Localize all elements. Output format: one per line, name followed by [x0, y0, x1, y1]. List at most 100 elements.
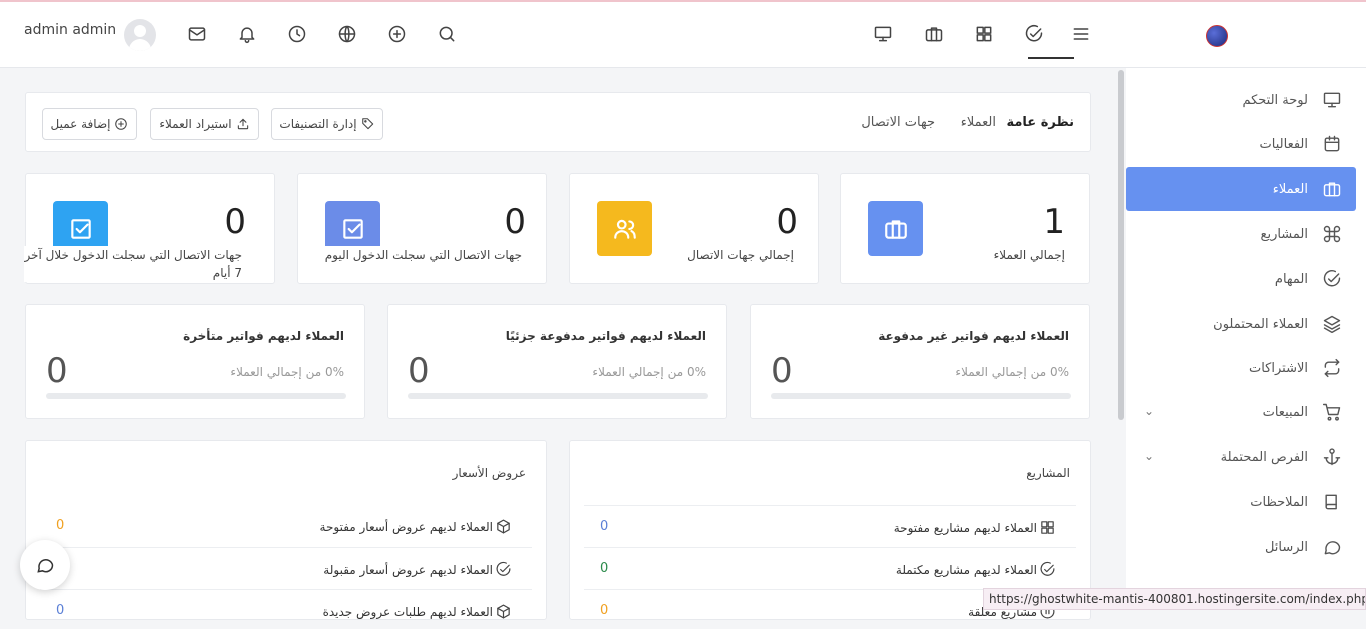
scrollbar-thumb[interactable] — [1118, 70, 1124, 420]
sidebar-item-label: الرسائل — [1264, 539, 1308, 555]
sidebar-item-leads[interactable]: العملاء المحتملون — [1126, 302, 1356, 346]
list-item[interactable]: العملاء لديهم عروض أسعار مقبولة 0 — [40, 547, 532, 587]
sidebar-item-label: الاشتراكات — [1248, 360, 1308, 376]
mail-icon[interactable] — [186, 23, 208, 45]
top-navbar: admin admin — [0, 2, 1366, 68]
stat-value: 0 — [504, 202, 526, 242]
sidebar-item-label: المهام — [1274, 271, 1308, 287]
progress-bar — [408, 393, 708, 399]
estimates-card: عروض الأسعار العملاء لديهم عروض أسعار مف… — [25, 440, 547, 620]
repeat-icon — [1324, 358, 1340, 378]
invoice-card-value: 0 — [408, 351, 430, 391]
list-item-value[interactable]: 0 — [56, 518, 64, 533]
avatar[interactable] — [124, 19, 156, 51]
sidebar-item-events[interactable]: الفعاليات — [1126, 122, 1356, 166]
list-item-value[interactable]: 0 — [56, 603, 64, 618]
user-menu[interactable]: admin admin — [24, 22, 116, 38]
tab-overview[interactable]: نظرة عامة — [1006, 115, 1074, 130]
book-icon — [1325, 494, 1337, 510]
projects-title: المشاريع — [1026, 466, 1070, 480]
monitor-icon[interactable] — [872, 23, 894, 45]
layers-icon — [1323, 315, 1341, 334]
estimates-title: عروض الأسعار — [452, 466, 526, 480]
sidebar-item-dashboard[interactable]: لوحة التحكم — [1126, 78, 1356, 122]
cart-icon — [1322, 403, 1341, 421]
progress-bar — [771, 393, 1071, 399]
manage-labels-button[interactable]: إدارة التصنيفات — [271, 108, 383, 140]
plus-circle-icon — [115, 118, 128, 130]
check-circle-icon — [496, 561, 511, 576]
briefcase-icon — [1323, 182, 1341, 197]
invoice-card-value: 0 — [771, 351, 793, 391]
chat-bubble-icon — [37, 559, 54, 573]
tab-contacts[interactable]: جهات الاتصال — [861, 115, 935, 130]
stat-card-contacts-7days: 0 جهات الاتصال التي سجلت الدخول خلال آخر… — [24, 173, 275, 284]
invoice-card-overdue: العملاء لديهم فواتير متأخرة 0 0% من إجما… — [25, 304, 365, 419]
stat-value: 0 — [776, 202, 798, 242]
stat-value: 0 — [224, 202, 246, 242]
sidebar-item-messages[interactable]: الرسائل — [1126, 525, 1356, 569]
sidebar-item-clients[interactable]: العملاء — [1126, 167, 1356, 211]
progress-bar — [46, 393, 346, 399]
invoice-card-partial: العملاء لديهم فواتير مدفوعة جزئيًا 0 0% … — [387, 304, 727, 419]
plus-circle-icon[interactable] — [386, 23, 408, 45]
stat-card-total-clients: 1 إجمالي العملاء — [840, 173, 1090, 284]
grid-icon — [1041, 521, 1054, 534]
command-icon — [1323, 225, 1341, 243]
sidebar-item-projects[interactable]: المشاريع — [1126, 212, 1356, 256]
sidebar-item-label: المبيعات — [1262, 404, 1308, 420]
list-item-label: العملاء لديهم مشاريع مفتوحة — [893, 520, 1037, 535]
search-icon[interactable] — [436, 23, 458, 45]
invoice-card-title: العملاء لديهم فواتير متأخرة — [183, 329, 344, 343]
list-item-label: العملاء لديهم عروض أسعار مفتوحة — [319, 519, 493, 534]
briefcase-icon[interactable] — [923, 23, 945, 45]
user-name[interactable]: admin admin — [24, 22, 116, 38]
import-clients-label: استيراد العملاء — [159, 117, 232, 131]
invoice-card-value: 0 — [46, 351, 68, 391]
sidebar-item-subscriptions[interactable]: الاشتراكات — [1126, 346, 1356, 390]
tab-clients[interactable]: العملاء — [961, 115, 996, 130]
monitor-icon — [1323, 92, 1341, 108]
chat-button[interactable] — [20, 540, 70, 590]
manage-labels-label: إدارة التصنيفات — [279, 117, 357, 131]
grid-icon[interactable] — [973, 23, 995, 45]
stat-card-contacts-today: 0 جهات الاتصال التي سجلت الدخول اليوم — [297, 173, 547, 284]
globe-icon[interactable] — [336, 23, 358, 45]
stat-label: جهات الاتصال التي سجلت الدخول خلال آخر 7… — [24, 246, 242, 282]
stat-label: جهات الاتصال التي سجلت الدخول اليوم — [312, 246, 522, 264]
bell-icon[interactable] — [236, 23, 258, 45]
invoice-card-percentage: 0% من إجمالي العملاء — [230, 365, 344, 379]
anchor-icon — [1323, 448, 1341, 466]
logo-globe-icon — [1206, 25, 1228, 47]
stat-card-total-contacts: 0 إجمالي جهات الاتصال — [569, 173, 819, 284]
sidebar-item-label: لوحة التحكم — [1242, 92, 1308, 108]
sidebar-item-sales[interactable]: ⌄ المبيعات — [1126, 390, 1356, 434]
logo[interactable] — [1206, 22, 1286, 50]
add-client-button[interactable]: إضافة عميل — [42, 108, 137, 140]
add-client-label: إضافة عميل — [50, 117, 111, 131]
sidebar-item-opportunities[interactable]: ⌄ الفرص المحتملة — [1126, 435, 1356, 479]
list-item[interactable]: العملاء لديهم مشاريع مكتملة 0 — [584, 547, 1076, 587]
menu-icon[interactable] — [1070, 23, 1092, 45]
invoice-card-title: العملاء لديهم فواتير غير مدفوعة — [878, 329, 1069, 343]
list-item-label: العملاء لديهم طلبات عروض جديدة — [322, 604, 493, 619]
clock-icon[interactable] — [286, 23, 308, 45]
sidebar-item-tasks[interactable]: المهام — [1126, 257, 1356, 301]
list-item-value[interactable]: 0 — [600, 603, 608, 618]
list-item[interactable]: العملاء لديهم طلبات عروض جديدة 0 — [40, 589, 532, 629]
chevron-down-icon[interactable]: ⌄ — [1144, 449, 1154, 463]
list-item-value[interactable]: 0 — [600, 519, 608, 534]
sidebar-item-label: الفرص المحتملة — [1220, 449, 1308, 465]
active-tab-indicator — [1028, 57, 1074, 59]
calendar-icon — [1324, 135, 1340, 152]
check-circle-icon[interactable] — [1023, 23, 1045, 45]
sidebar-item-notes[interactable]: الملاحظات — [1126, 480, 1356, 524]
list-item[interactable]: العملاء لديهم عروض أسعار مفتوحة 0 — [40, 505, 532, 545]
chevron-down-icon[interactable]: ⌄ — [1144, 404, 1154, 418]
list-item-value[interactable]: 0 — [600, 561, 608, 576]
message-icon — [1324, 541, 1341, 555]
sidebar-item-label: العملاء — [1272, 181, 1308, 197]
stat-value: 1 — [1043, 202, 1065, 242]
list-item[interactable]: العملاء لديهم مشاريع مفتوحة 0 — [584, 505, 1076, 545]
import-clients-button[interactable]: استيراد العملاء — [150, 108, 259, 140]
